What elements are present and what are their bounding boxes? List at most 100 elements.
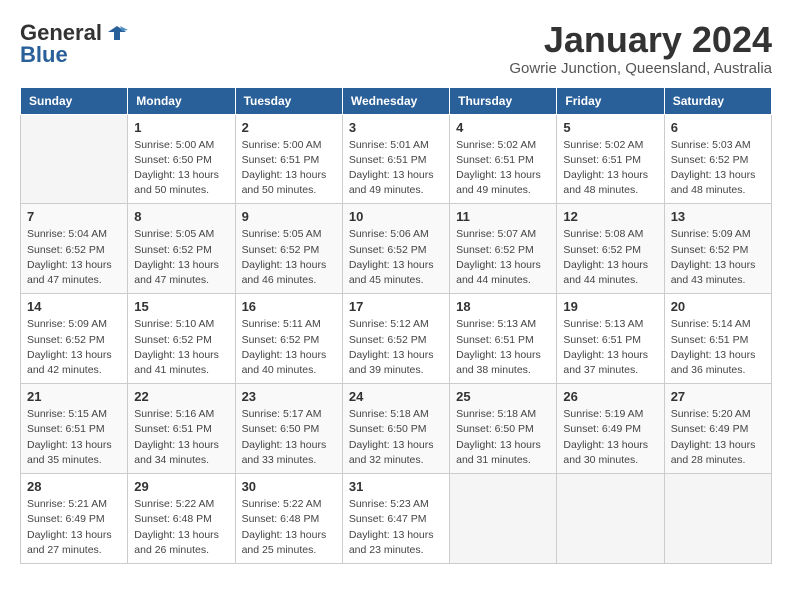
day-number: 5: [563, 120, 657, 135]
week-row-1: 1 Sunrise: 5:00 AMSunset: 6:50 PMDaylight…: [21, 114, 772, 204]
header-friday: Friday: [557, 87, 664, 114]
day-cell: 6Sunrise: 5:03 AMSunset: 6:52 PMDaylight…: [664, 114, 771, 204]
day-cell: 11 Sunrise: 5:07 AMSunset: 6:52 PMDayligh…: [450, 204, 557, 294]
week-row-2: 7Sunrise: 5:04 AMSunset: 6:52 PMDaylight…: [21, 204, 772, 294]
logo-bird-icon: [106, 22, 128, 44]
header-saturday: Saturday: [664, 87, 771, 114]
day-info: Sunrise: 5:13 AMSunset: 6:51 PMDaylight:…: [563, 317, 657, 378]
day-cell: 29 Sunrise: 5:22 AMSunset: 6:48 PMDayligh…: [128, 474, 235, 564]
day-number: 23: [242, 389, 336, 404]
day-number: 22: [134, 389, 228, 404]
calendar-table: SundayMondayTuesdayWednesdayThursdayFrid…: [20, 87, 772, 564]
title-block: January 2024 Gowrie Junction, Queensland…: [509, 20, 772, 77]
day-info: Sunrise: 5:16 AMSunset: 6:51 PMDaylight:…: [134, 407, 228, 468]
day-info: Sunrise: 5:09 AMSunset: 6:52 PMDaylight:…: [671, 227, 765, 288]
header-sunday: Sunday: [21, 87, 128, 114]
day-cell: 23 Sunrise: 5:17 AMSunset: 6:50 PMDayligh…: [235, 384, 342, 474]
day-number: 25: [456, 389, 550, 404]
day-cell: 18 Sunrise: 5:13 AMSunset: 6:51 PMDayligh…: [450, 294, 557, 384]
day-cell: 13 Sunrise: 5:09 AMSunset: 6:52 PMDayligh…: [664, 204, 771, 294]
day-number: 12: [563, 209, 657, 224]
day-info: Sunrise: 5:17 AMSunset: 6:50 PMDaylight:…: [242, 407, 336, 468]
day-cell: 15 Sunrise: 5:10 AMSunset: 6:52 PMDayligh…: [128, 294, 235, 384]
day-number: 21: [27, 389, 121, 404]
day-info: Sunrise: 5:02 AMSunset: 6:51 PMDaylight:…: [563, 138, 657, 199]
day-info: Sunrise: 5:19 AMSunset: 6:49 PMDaylight:…: [563, 407, 657, 468]
day-cell: 1 Sunrise: 5:00 AMSunset: 6:50 PMDaylight…: [128, 114, 235, 204]
day-cell: 31 Sunrise: 5:23 AMSunset: 6:47 PMDayligh…: [342, 474, 449, 564]
calendar-header-row: SundayMondayTuesdayWednesdayThursdayFrid…: [21, 87, 772, 114]
day-info: Sunrise: 5:14 AMSunset: 6:51 PMDaylight:…: [671, 317, 765, 378]
day-info: Sunrise: 5:18 AMSunset: 6:50 PMDaylight:…: [349, 407, 443, 468]
day-info: Sunrise: 5:07 AMSunset: 6:52 PMDaylight:…: [456, 227, 550, 288]
day-cell: 3 Sunrise: 5:01 AMSunset: 6:51 PMDaylight…: [342, 114, 449, 204]
day-info: Sunrise: 5:06 AMSunset: 6:52 PMDaylight:…: [349, 227, 443, 288]
day-number: 19: [563, 299, 657, 314]
day-cell: 8 Sunrise: 5:05 AMSunset: 6:52 PMDaylight…: [128, 204, 235, 294]
day-info: Sunrise: 5:08 AMSunset: 6:52 PMDaylight:…: [563, 227, 657, 288]
day-cell: [450, 474, 557, 564]
day-info: Sunrise: 5:10 AMSunset: 6:52 PMDaylight:…: [134, 317, 228, 378]
day-info: Sunrise: 5:21 AMSunset: 6:49 PMDaylight:…: [27, 497, 121, 558]
day-cell: 20Sunrise: 5:14 AMSunset: 6:51 PMDayligh…: [664, 294, 771, 384]
day-number: 2: [242, 120, 336, 135]
day-number: 6: [671, 120, 765, 135]
day-info: Sunrise: 5:00 AMSunset: 6:51 PMDaylight:…: [242, 138, 336, 199]
day-info: Sunrise: 5:18 AMSunset: 6:50 PMDaylight:…: [456, 407, 550, 468]
header-monday: Monday: [128, 87, 235, 114]
day-number: 24: [349, 389, 443, 404]
day-number: 14: [27, 299, 121, 314]
month-title: January 2024: [509, 20, 772, 60]
day-number: 1: [134, 120, 228, 135]
day-info: Sunrise: 5:04 AMSunset: 6:52 PMDaylight:…: [27, 227, 121, 288]
day-cell: 7Sunrise: 5:04 AMSunset: 6:52 PMDaylight…: [21, 204, 128, 294]
day-info: Sunrise: 5:01 AMSunset: 6:51 PMDaylight:…: [349, 138, 443, 199]
day-cell: 25 Sunrise: 5:18 AMSunset: 6:50 PMDayligh…: [450, 384, 557, 474]
day-cell: 24 Sunrise: 5:18 AMSunset: 6:50 PMDayligh…: [342, 384, 449, 474]
day-number: 13: [671, 209, 765, 224]
day-number: 4: [456, 120, 550, 135]
day-cell: 27Sunrise: 5:20 AMSunset: 6:49 PMDayligh…: [664, 384, 771, 474]
day-info: Sunrise: 5:20 AMSunset: 6:49 PMDaylight:…: [671, 407, 765, 468]
day-number: 3: [349, 120, 443, 135]
day-cell: 21 Sunrise: 5:15 AMSunset: 6:51 PMDayligh…: [21, 384, 128, 474]
day-info: Sunrise: 5:13 AMSunset: 6:51 PMDaylight:…: [456, 317, 550, 378]
day-number: 28: [27, 479, 121, 494]
logo: General Blue: [20, 20, 128, 68]
week-row-4: 21 Sunrise: 5:15 AMSunset: 6:51 PMDayligh…: [21, 384, 772, 474]
week-row-5: 28 Sunrise: 5:21 AMSunset: 6:49 PMDayligh…: [21, 474, 772, 564]
logo-blue: Blue: [20, 42, 68, 68]
day-cell: 17 Sunrise: 5:12 AMSunset: 6:52 PMDayligh…: [342, 294, 449, 384]
day-cell: 9Sunrise: 5:05 AMSunset: 6:52 PMDaylight…: [235, 204, 342, 294]
day-info: Sunrise: 5:22 AMSunset: 6:48 PMDaylight:…: [242, 497, 336, 558]
day-info: Sunrise: 5:00 AMSunset: 6:50 PMDaylight:…: [134, 138, 228, 199]
day-cell: [557, 474, 664, 564]
day-cell: 19 Sunrise: 5:13 AMSunset: 6:51 PMDayligh…: [557, 294, 664, 384]
day-number: 18: [456, 299, 550, 314]
day-cell: 22 Sunrise: 5:16 AMSunset: 6:51 PMDayligh…: [128, 384, 235, 474]
day-info: Sunrise: 5:09 AMSunset: 6:52 PMDaylight:…: [27, 317, 121, 378]
day-number: 16: [242, 299, 336, 314]
day-cell: 12 Sunrise: 5:08 AMSunset: 6:52 PMDayligh…: [557, 204, 664, 294]
header-thursday: Thursday: [450, 87, 557, 114]
day-number: 31: [349, 479, 443, 494]
day-info: Sunrise: 5:11 AMSunset: 6:52 PMDaylight:…: [242, 317, 336, 378]
day-info: Sunrise: 5:23 AMSunset: 6:47 PMDaylight:…: [349, 497, 443, 558]
day-cell: 2 Sunrise: 5:00 AMSunset: 6:51 PMDaylight…: [235, 114, 342, 204]
day-number: 30: [242, 479, 336, 494]
day-number: 15: [134, 299, 228, 314]
day-number: 8: [134, 209, 228, 224]
day-cell: 10Sunrise: 5:06 AMSunset: 6:52 PMDayligh…: [342, 204, 449, 294]
day-cell: 14 Sunrise: 5:09 AMSunset: 6:52 PMDayligh…: [21, 294, 128, 384]
day-number: 17: [349, 299, 443, 314]
day-cell: [21, 114, 128, 204]
day-info: Sunrise: 5:02 AMSunset: 6:51 PMDaylight:…: [456, 138, 550, 199]
day-info: Sunrise: 5:22 AMSunset: 6:48 PMDaylight:…: [134, 497, 228, 558]
day-info: Sunrise: 5:12 AMSunset: 6:52 PMDaylight:…: [349, 317, 443, 378]
day-info: Sunrise: 5:05 AMSunset: 6:52 PMDaylight:…: [134, 227, 228, 288]
day-number: 29: [134, 479, 228, 494]
day-info: Sunrise: 5:15 AMSunset: 6:51 PMDaylight:…: [27, 407, 121, 468]
week-row-3: 14 Sunrise: 5:09 AMSunset: 6:52 PMDayligh…: [21, 294, 772, 384]
header-tuesday: Tuesday: [235, 87, 342, 114]
day-number: 11: [456, 209, 550, 224]
